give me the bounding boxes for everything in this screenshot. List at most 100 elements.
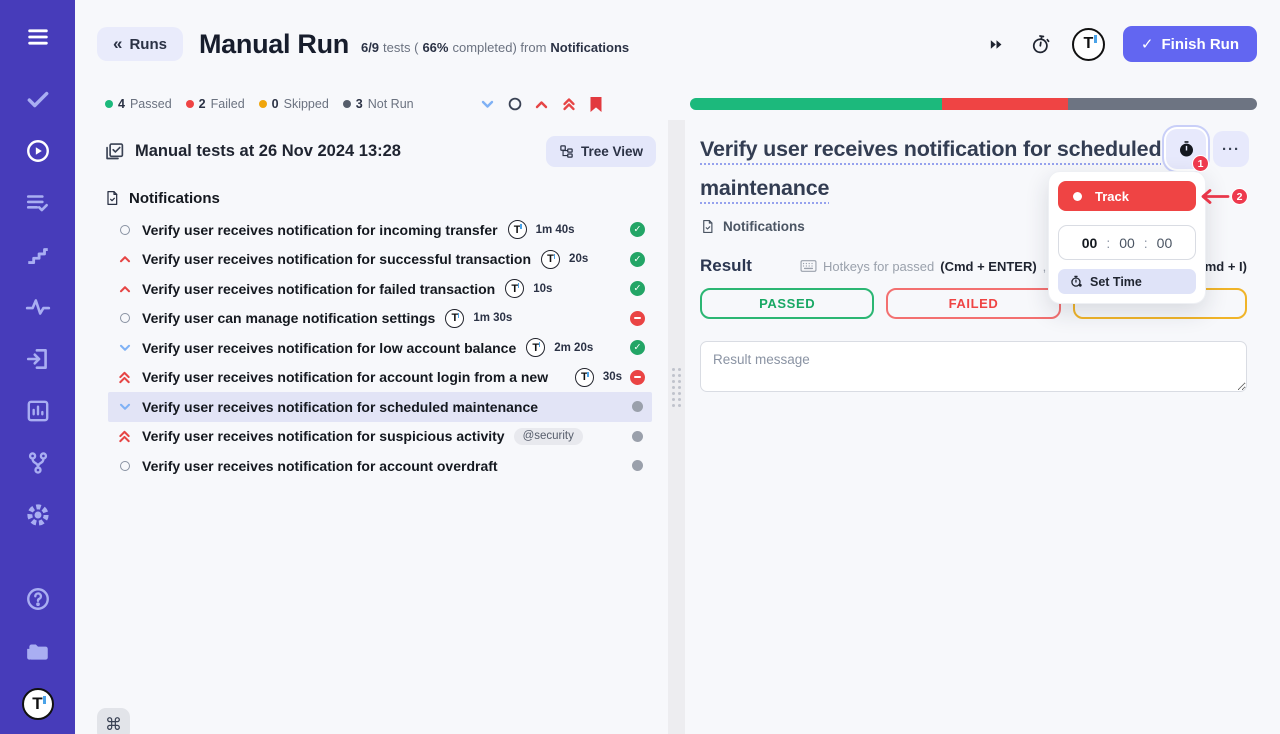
test-row[interactable]: Verify user receives notification for su… [108,422,652,452]
status-passed-icon: ✓ [630,340,645,355]
suite-group-header[interactable]: Notifications [91,167,668,213]
branch-icon[interactable] [23,448,53,478]
more-options-button[interactable]: ··· [1213,131,1249,167]
notrun-count[interactable]: 3Not Run [343,97,414,111]
stopwatch-gear-icon [1070,275,1083,288]
help-icon[interactable] [23,584,53,614]
failed-result-button[interactable]: FAILED [886,288,1060,319]
passed-count[interactable]: 4Passed [105,97,172,111]
priority-high-icon [117,255,132,263]
test-row[interactable]: Verify user receives notification for ac… [108,451,652,481]
annotation-badge-1: 1 [1192,155,1209,172]
priority-low-icon [117,344,132,352]
test-row[interactable]: Verify user receives notification for lo… [108,333,652,363]
tests-source: Notifications [550,40,629,55]
check-icon[interactable] [23,84,53,114]
run-progress-subtitle: 6/9 tests ( 66% completed) from Notifica… [361,40,629,55]
skipped-count[interactable]: 0Skipped [259,97,329,111]
priority-highest-icon [117,430,132,443]
gear-icon[interactable] [23,500,53,530]
priority-normal-filter-icon[interactable] [507,96,523,112]
progress-failed-segment [942,98,1068,110]
steps-icon[interactable] [23,240,53,270]
status-failed-icon [630,370,645,385]
priority-low-filter-icon[interactable] [480,96,496,112]
command-shortcut-button[interactable]: ⌘ [97,708,130,734]
status-failed-icon [630,311,645,326]
run-progress-bar [690,98,1257,110]
hamburger-menu-icon[interactable] [23,22,53,52]
priority-low-icon [117,403,132,411]
record-dot-icon [1073,192,1082,201]
status-passed-icon: ✓ [630,222,645,237]
priority-high-filter-icon[interactable] [534,96,550,112]
tests-fraction: 6/9 [361,40,379,55]
priority-high-icon [117,285,132,293]
status-notrun-icon [632,401,643,412]
result-heading: Result [700,256,752,276]
drag-handle-icon [672,368,681,407]
test-row[interactable]: Verify user receives notification for in… [108,215,652,245]
annotation-arrow-icon [1199,189,1230,204]
stopwatch-icon[interactable] [1028,31,1054,57]
status-notrun-icon [632,460,643,471]
annotation-badge-2: 2 [1231,188,1248,205]
tree-view-button[interactable]: Tree View [546,136,656,167]
test-duration: 30s [603,371,622,383]
timer-seconds-input[interactable]: 00 [1157,235,1173,251]
timer-hours-input[interactable]: 00 [1082,235,1098,251]
panel-resize-divider[interactable] [668,120,685,734]
failed-dot-icon [186,100,194,108]
login-icon[interactable] [23,344,53,374]
skipped-dot-icon [259,100,267,108]
bar-chart-icon[interactable] [23,396,53,426]
app-logo-icon[interactable]: T [22,688,54,720]
set-time-button[interactable]: Set Time [1058,269,1196,294]
test-row[interactable]: Verify user receives notification for fa… [108,274,652,304]
testomat-logo-icon: T [508,220,527,239]
track-button[interactable]: Track [1058,181,1196,211]
result-message-input[interactable] [700,341,1247,392]
back-to-runs-button[interactable]: « Runs [97,27,183,61]
priority-highest-icon [117,371,132,384]
check-icon: ✓ [1141,35,1154,53]
passed-result-button[interactable]: PASSED [700,288,874,319]
run-datetime-title: Manual tests at 26 Nov 2024 13:28 [135,142,546,161]
list-check-icon[interactable] [23,188,53,218]
priority-filter-group [480,96,604,112]
status-passed-icon: ✓ [630,281,645,296]
status-filter-row: 4Passed 2Failed 0Skipped 3Not Run [75,88,1280,120]
testomat-logo-icon: T [575,368,594,387]
test-list-panel: Manual tests at 26 Nov 2024 13:28 Tree V… [91,120,668,734]
fast-forward-icon[interactable] [984,31,1010,57]
bookmark-filter-icon[interactable] [588,96,604,112]
testomat-logo-icon: T [445,309,464,328]
account-logo-icon[interactable]: T [1072,28,1105,61]
hotkeys-hint: Hotkeys for passed (Cmd + ENTER) , faile… [800,259,1081,274]
test-tag-badge[interactable]: @security [514,428,583,445]
play-circle-icon[interactable] [23,136,53,166]
back-label: Runs [129,36,167,53]
timer-minutes-input[interactable]: 00 [1119,235,1135,251]
notrun-dot-icon [343,100,351,108]
document-icon [104,189,120,207]
test-row[interactable]: Verify user receives notification for su… [108,245,652,275]
test-row-selected[interactable]: Verify user receives notification for sc… [108,392,652,422]
test-duration: 10s [533,283,552,295]
page-title: Manual Run [199,29,349,60]
finish-run-button[interactable]: ✓ Finish Run [1123,26,1257,62]
priority-highest-filter-icon[interactable] [561,96,577,112]
test-duration: 20s [569,253,588,265]
pulse-icon[interactable] [23,292,53,322]
test-row[interactable]: Verify user receives notification for ac… [108,363,652,393]
priority-normal-icon [117,313,132,323]
tree-view-icon [559,144,574,159]
test-row[interactable]: Verify user can manage notification sett… [108,304,652,334]
document-icon [700,218,715,235]
test-duration: 1m 40s [536,224,575,236]
failed-count[interactable]: 2Failed [186,97,245,111]
folder-icon[interactable] [23,636,53,666]
tests-percent: 66% [422,40,448,55]
timer-display: 00 : 00 : 00 [1058,225,1196,260]
test-list: Verify user receives notification for in… [91,213,668,481]
